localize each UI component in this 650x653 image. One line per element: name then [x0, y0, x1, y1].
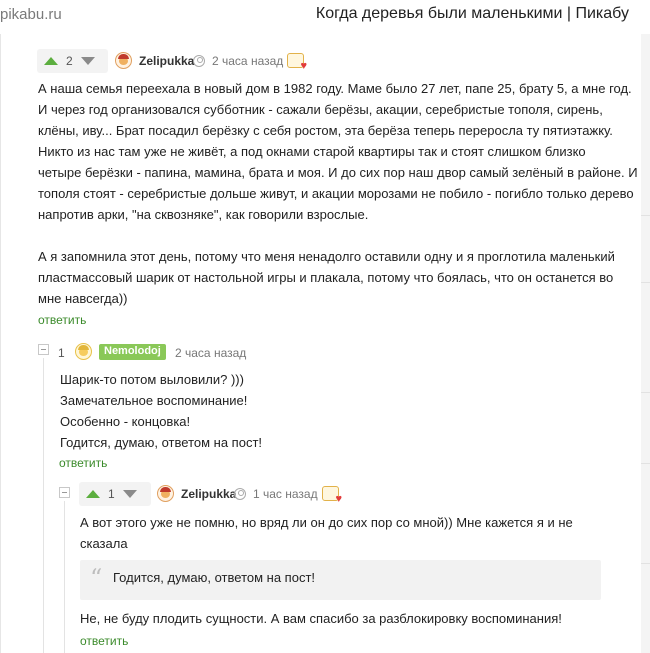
- user-icon: [193, 55, 205, 67]
- downvote-icon[interactable]: [80, 57, 95, 65]
- comment-body: Шарик-то потом выловили? ))) Замечательн…: [60, 372, 263, 450]
- comment-author[interactable]: Zelipukka: [139, 54, 194, 68]
- sidebar-divider: [641, 563, 650, 564]
- comment-rating: 1: [108, 487, 115, 501]
- collapse-thread-button[interactable]: [59, 487, 70, 498]
- sidebar-divider: [641, 282, 650, 283]
- upvote-icon[interactable]: [44, 57, 58, 65]
- award-icon[interactable]: [322, 486, 342, 505]
- upvote-icon[interactable]: [86, 490, 100, 498]
- comment-time: 2 часа назад: [212, 54, 284, 68]
- reply-link[interactable]: ответить: [80, 634, 128, 648]
- comment-body: А наша семья переехала в новый дом в 198…: [38, 81, 638, 306]
- page-left-edge: [0, 34, 1, 653]
- collapse-thread-button[interactable]: [38, 344, 49, 355]
- reply-link[interactable]: ответить: [59, 456, 107, 470]
- sidebar-divider: [641, 463, 650, 464]
- quote-block: “ Годится, думаю, ответом на пост!: [80, 560, 601, 600]
- sidebar-divider: [641, 392, 650, 393]
- avatar[interactable]: [75, 343, 92, 360]
- quote-icon: “: [90, 564, 103, 592]
- comment-author[interactable]: Nemolodoj: [99, 344, 166, 360]
- avatar[interactable]: [157, 485, 174, 502]
- thread-line: [43, 358, 44, 653]
- comment-body-continued: Не, не буду плодить сущности. А вам спас…: [80, 611, 562, 626]
- vote-box: 2: [37, 49, 108, 73]
- downvote-icon[interactable]: [122, 490, 137, 498]
- award-icon[interactable]: [287, 53, 307, 72]
- comment-author[interactable]: Zelipukka: [181, 487, 236, 501]
- right-sidebar: [641, 34, 650, 653]
- comment-time: 1 час назад: [253, 487, 318, 501]
- vote-box: 1: [79, 482, 151, 506]
- avatar[interactable]: [115, 52, 132, 69]
- quote-text: Годится, думаю, ответом на пост!: [113, 570, 316, 585]
- window-title: Когда деревья были маленькими | Пикабу: [315, 5, 629, 22]
- comment-rating: 1: [58, 346, 65, 360]
- sidebar-divider: [641, 215, 650, 216]
- thread-line: [64, 501, 65, 653]
- comment-rating: 2: [66, 54, 73, 68]
- comment-time: 2 часа назад: [175, 346, 247, 360]
- site-url: pikabu.ru: [0, 6, 62, 23]
- window-titlebar: pikabu.ru Когда деревья были маленькими …: [0, 0, 650, 32]
- user-icon: [234, 488, 246, 500]
- reply-link[interactable]: ответить: [38, 313, 86, 327]
